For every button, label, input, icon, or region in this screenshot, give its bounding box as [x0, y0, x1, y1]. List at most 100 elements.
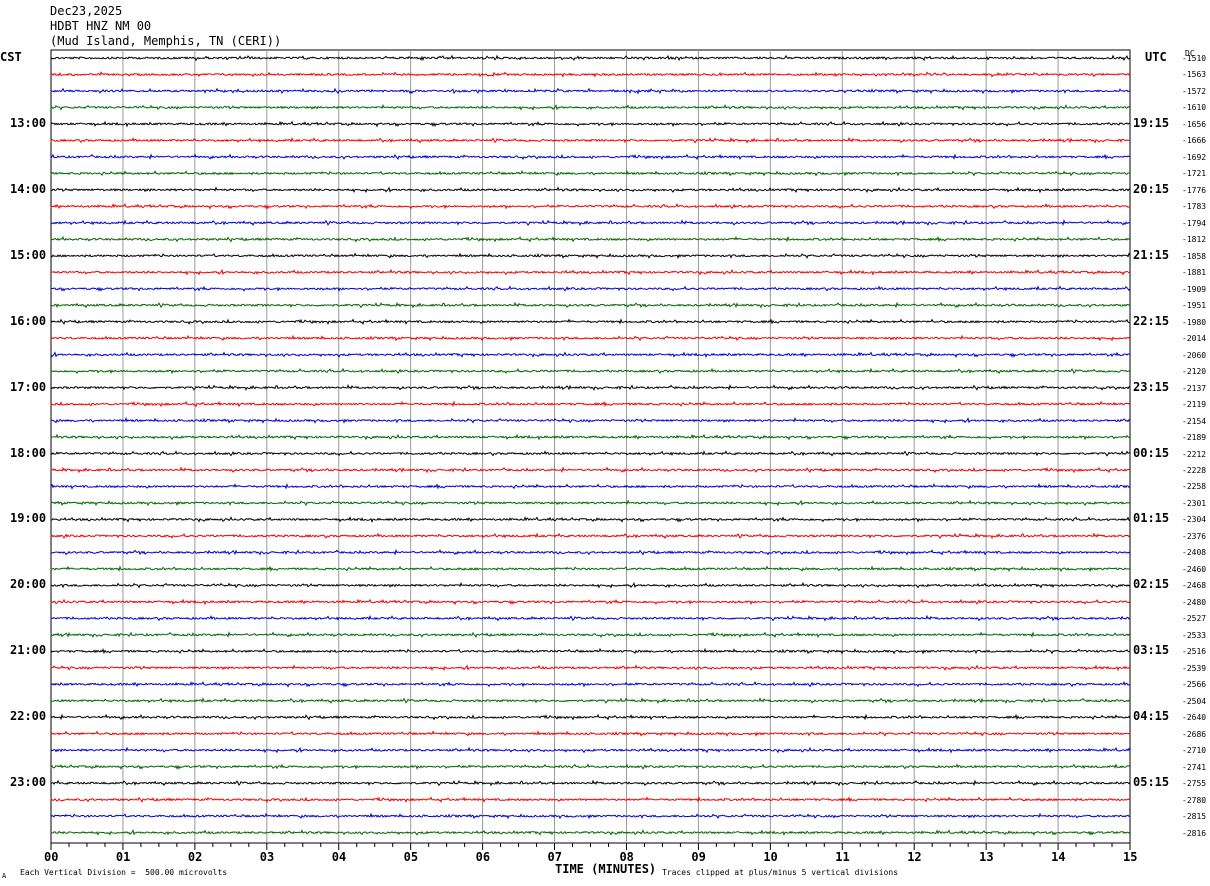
trace-row	[50, 680, 1131, 688]
left-hour-label: 20:00	[10, 577, 47, 592]
dc-offset-value: -1656	[1182, 119, 1207, 129]
trace-row	[50, 120, 1131, 128]
right-hour-label: 21:15	[1133, 247, 1170, 262]
dc-offset-value: -1812	[1182, 235, 1207, 245]
dc-offset-value: -2533	[1182, 630, 1207, 640]
dc-offset-value: -2212	[1182, 449, 1207, 459]
trace-row	[50, 614, 1131, 622]
corner-mark: A	[2, 872, 7, 880]
trace-row	[50, 450, 1131, 457]
right-hour-label: 00:15	[1133, 445, 1170, 460]
clip-note: Traces clipped at plus/minus 5 vertical …	[662, 868, 899, 877]
dc-offset-value: -1510	[1182, 54, 1207, 63]
dc-offset-value: -2815	[1182, 812, 1207, 822]
dc-offset-value: -2741	[1182, 762, 1207, 772]
trace-row	[50, 565, 1131, 573]
trace-row	[50, 482, 1131, 490]
dc-offset-value: -2014	[1182, 334, 1207, 344]
scale-note: Each Vertical Division = 500.00 microvol…	[20, 868, 228, 877]
trace-row	[50, 631, 1131, 639]
left-hour-label: 18:00	[10, 445, 47, 460]
trace-row	[50, 186, 1131, 194]
trace-row	[50, 647, 1131, 655]
left-hour-label: 22:00	[10, 709, 47, 724]
trace-row	[50, 235, 1131, 243]
x-tick-label: 03	[259, 850, 275, 864]
dc-offset-value: -2527	[1182, 614, 1207, 624]
left-hour-label: 15:00	[10, 247, 47, 262]
x-tick-label: 10	[763, 850, 778, 864]
trace-row	[50, 697, 1131, 704]
dc-offset-value: -2060	[1182, 350, 1207, 360]
dc-offset-value: -1776	[1182, 185, 1207, 195]
x-tick-label: 04	[331, 850, 347, 864]
trace-row	[50, 153, 1131, 161]
trace-row	[50, 351, 1131, 359]
dc-offset-value: -2480	[1182, 597, 1207, 607]
left-hour-label: 14:00	[10, 181, 47, 196]
right-hour-label: 19:15	[1133, 115, 1170, 130]
x-tick-label: 02	[187, 850, 203, 864]
x-axis-title: TIME (MINUTES)	[555, 862, 657, 876]
trace-row	[50, 746, 1131, 754]
trace-row	[50, 713, 1131, 721]
trace-row	[50, 730, 1131, 737]
trace-row	[50, 54, 1131, 62]
trace-row	[50, 795, 1131, 803]
dc-offset-value: -2516	[1182, 647, 1207, 657]
trace-row	[50, 383, 1131, 391]
dc-offset-value: -2228	[1182, 466, 1207, 475]
x-tick-label: 09	[691, 850, 706, 864]
dc-offset-value: -2119	[1182, 400, 1207, 410]
dc-offset-value: -2539	[1182, 663, 1207, 673]
right-hour-label: 23:15	[1133, 379, 1170, 394]
trace-row	[50, 367, 1131, 375]
trace-row	[50, 779, 1131, 787]
minute-grid	[50, 49, 1131, 844]
trace-row	[50, 433, 1131, 441]
right-hour-label: 03:15	[1133, 643, 1170, 658]
trace-row	[50, 532, 1131, 540]
dc-offset-value: -1692	[1182, 152, 1207, 162]
trace-row	[50, 301, 1131, 309]
dc-offset-value: -1783	[1182, 202, 1207, 212]
right-hour-label: 01:15	[1133, 511, 1170, 526]
plot-frame	[50, 49, 1131, 844]
trace-row	[50, 516, 1130, 523]
x-axis-ticks	[50, 843, 1131, 850]
dc-offset-value: -2755	[1182, 779, 1207, 789]
trace-row	[50, 763, 1131, 771]
trace-row	[50, 285, 1131, 292]
left-hour-label: 13:00	[10, 115, 47, 130]
trace-row	[50, 318, 1131, 325]
dc-offset-value: -2376	[1182, 531, 1207, 541]
trace-row	[50, 812, 1131, 820]
dc-offset-value: -2189	[1182, 433, 1207, 443]
dc-offset-value: -2258	[1182, 482, 1207, 492]
right-hour-label: 22:15	[1133, 313, 1170, 328]
trace-row	[50, 548, 1131, 556]
left-hour-label: 16:00	[10, 313, 47, 328]
dc-offset-value: -2816	[1182, 828, 1207, 838]
x-tick-label: 13	[979, 850, 994, 864]
x-tick-label: 14	[1051, 850, 1066, 864]
left-hour-label: 17:00	[10, 379, 47, 394]
trace-row	[50, 499, 1131, 507]
x-tick-label: 00	[44, 850, 59, 864]
trace-row	[50, 169, 1131, 177]
x-tick-label: 05	[403, 850, 419, 864]
dc-offset-value: -2710	[1182, 746, 1207, 756]
x-tick-label: 12	[907, 850, 922, 864]
dc-offset-value: -2686	[1182, 729, 1207, 739]
trace-row	[50, 103, 1131, 111]
dc-offset-value: -2301	[1182, 498, 1207, 508]
trace-row	[50, 417, 1131, 424]
trace-row	[50, 400, 1131, 408]
dc-offset-value: -2120	[1182, 367, 1207, 377]
trace-row	[50, 203, 1131, 210]
dc-offset-value: -2468	[1182, 581, 1207, 591]
trace-row	[50, 87, 1131, 95]
dc-offset-value: -2154	[1182, 416, 1207, 426]
x-tick-label: 06	[475, 850, 491, 864]
trace-row	[50, 136, 1131, 144]
